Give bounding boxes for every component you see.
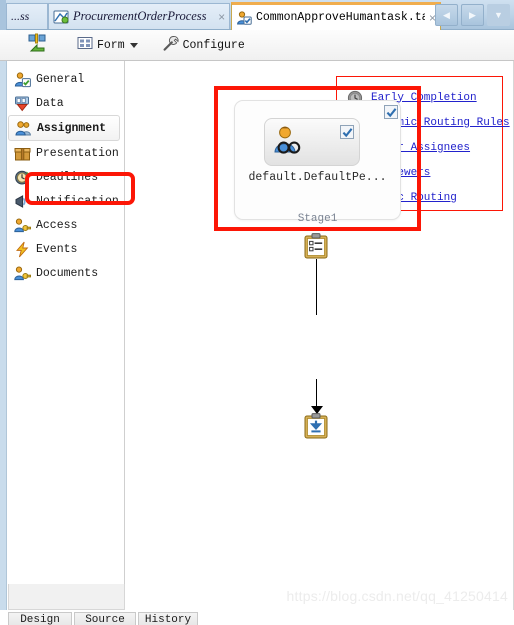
sidebar-item-general-label: General <box>36 72 85 86</box>
access-icon <box>14 217 32 234</box>
general-icon <box>14 71 31 88</box>
sidebar-item-data-label: Data <box>36 96 64 110</box>
start-clipboard-node[interactable] <box>304 233 328 259</box>
sidebar-item-notification-label: Notification <box>36 194 119 208</box>
view-tab-history[interactable]: History <box>138 612 198 625</box>
chevron-right-icon: ▶ <box>469 9 476 20</box>
sidebar-item-notification[interactable]: Notification <box>8 189 124 213</box>
humantask-icon <box>236 10 252 26</box>
form-menu-label: Form <box>97 38 125 52</box>
editor-toolbar: Form Configure <box>0 30 514 61</box>
tab-procurement-order-process[interactable]: ProcurementOrderProcess × <box>48 3 230 29</box>
deadlines-icon <box>14 169 31 186</box>
sidebar-item-assignment[interactable]: Assignment <box>8 115 120 141</box>
routing-button[interactable] <box>22 33 52 57</box>
stage-label: Stage1 <box>297 213 338 225</box>
sidebar-item-documents[interactable]: Documents <box>8 261 124 285</box>
view-tab-design[interactable]: Design <box>8 612 72 625</box>
tab-clipped-label: ...ss <box>11 9 30 23</box>
editor-view-tabs: Design Source History <box>0 610 514 625</box>
sidebar-item-general[interactable]: General <box>8 67 124 91</box>
sidebar-item-access-label: Access <box>36 218 78 232</box>
workspace-left-edge <box>0 61 7 610</box>
end-clipboard-node[interactable] <box>304 413 328 439</box>
tab-commonapprove-label: CommonApproveHumantask.task <box>256 11 425 24</box>
tab-scroll-right-button[interactable]: ▶ <box>461 4 484 26</box>
tab-commonapprove-humantask[interactable]: CommonApproveHumantask.task × <box>231 2 441 30</box>
status-bar: https://blog.csdn.net/qq_41250414 <box>0 584 514 610</box>
tab-navigation-buttons: ◀ ▶ ▼ <box>435 4 510 26</box>
events-icon <box>14 241 31 258</box>
chevron-down-icon: ▼ <box>494 10 503 20</box>
tab-scroll-left-button[interactable]: ◀ <box>435 4 458 26</box>
presentation-icon <box>14 145 31 162</box>
assignment-icon <box>15 120 32 137</box>
routing-icon <box>27 33 47 57</box>
stage-checkbox[interactable] <box>384 105 398 119</box>
form-menu-button[interactable]: Form <box>72 33 143 57</box>
sidebar-item-deadlines-label: Deadlines <box>36 170 99 184</box>
close-icon[interactable]: × <box>218 10 225 24</box>
data-icon <box>14 95 31 112</box>
connector-start-to-stage <box>316 259 317 315</box>
connector-stage-to-end <box>316 379 317 409</box>
tab-list-dropdown-button[interactable]: ▼ <box>487 4 510 26</box>
sidebar-item-events-label: Events <box>36 242 78 256</box>
configure-button[interactable]: Configure <box>157 33 250 57</box>
sidebar-item-presentation-label: Presentation <box>36 146 119 160</box>
chevron-left-icon: ◀ <box>443 9 450 20</box>
sidebar-item-assignment-label: Assignment <box>37 121 107 135</box>
sidebar-item-presentation[interactable]: Presentation <box>8 141 124 165</box>
view-tab-source[interactable]: Source <box>74 612 136 625</box>
diagram-canvas[interactable]: Early Completion Dynamic Routing Rules E… <box>126 61 514 610</box>
wrench-icon <box>162 35 179 56</box>
participant-task-label: default.DefaultPe... <box>248 171 387 184</box>
editor-tab-bar: ...ss ProcurementOrderProcess × CommonAp… <box>0 0 514 30</box>
status-bar-left-panel <box>8 584 125 610</box>
documents-icon <box>14 265 32 282</box>
tab-clipped-document[interactable]: ...ss <box>6 3 48 29</box>
sidebar-item-events[interactable]: Events <box>8 237 124 261</box>
participant-reviewer-icon <box>273 125 309 163</box>
sidebar-item-documents-label: Documents <box>36 266 99 280</box>
editor-body: General Data Assignment Presentation Dea… <box>0 61 514 610</box>
process-icon <box>53 9 69 25</box>
participant-task-checkbox[interactable] <box>340 125 354 139</box>
properties-sidebar: General Data Assignment Presentation Dea… <box>8 61 125 610</box>
notification-icon <box>14 193 31 210</box>
chevron-down-icon <box>129 42 138 48</box>
configure-label: Configure <box>182 38 245 52</box>
form-icon <box>77 35 93 55</box>
sidebar-item-data[interactable]: Data <box>8 91 124 115</box>
watermark-text: https://blog.csdn.net/qq_41250414 <box>286 588 508 604</box>
tab-procurement-label: ProcurementOrderProcess <box>73 9 207 23</box>
sidebar-item-access[interactable]: Access <box>8 213 124 237</box>
sidebar-item-deadlines[interactable]: Deadlines <box>8 165 124 189</box>
